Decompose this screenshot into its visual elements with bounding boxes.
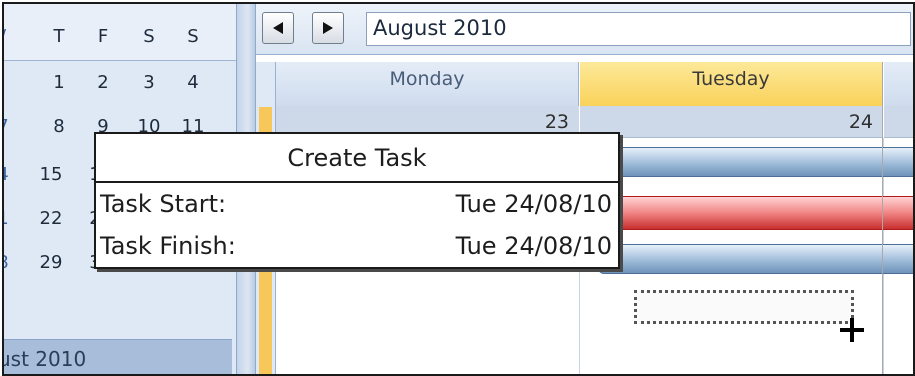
task-finish-label: Task Finish: (100, 232, 236, 260)
day-cell-partial[interactable]: 4 (4, 164, 10, 185)
weekday-header: S (143, 26, 155, 47)
weekday-partial: / (4, 26, 10, 47)
mini-calendar-weekday-header: / T F S S (4, 4, 236, 61)
day-cell-partial[interactable]: 1 (4, 208, 10, 229)
day-cell[interactable]: 3 (132, 72, 166, 93)
crosshair-cursor-icon (840, 318, 864, 342)
scheduler-toolbar: August 2010 (256, 4, 913, 55)
triangle-right-icon (323, 22, 333, 34)
task-start-value: Tue 24/08/10 (455, 190, 612, 218)
date-cell-next (884, 106, 913, 138)
tooltip-title: Create Task (287, 144, 427, 172)
create-task-tooltip: Create Task Task Start: Tue 24/08/10 Tas… (94, 132, 620, 269)
column-header-monday[interactable]: Monday (276, 62, 579, 106)
tooltip-divider (96, 181, 618, 183)
day-cell[interactable]: 22 (34, 208, 68, 229)
task-bar[interactable] (598, 244, 913, 274)
day-cell[interactable]: 4 (176, 72, 210, 93)
task-bar[interactable] (594, 147, 913, 177)
weekday-header: F (97, 26, 109, 47)
column-header-tuesday[interactable]: Tuesday (580, 62, 883, 106)
day-cell[interactable]: 1 (42, 72, 76, 93)
weekday-header: S (187, 26, 199, 47)
column-header-next[interactable] (884, 62, 913, 106)
day-cell[interactable]: 15 (34, 164, 68, 185)
new-task-selection[interactable] (634, 290, 854, 324)
task-finish-value: Tue 24/08/10 (455, 232, 612, 260)
day-cell-partial[interactable]: 8 (4, 252, 10, 273)
date-cell-tuesday: 24 (580, 106, 883, 138)
triangle-left-icon (273, 22, 283, 34)
mini-calendar-month-label: ust 2010 (4, 347, 87, 371)
day-cell-partial[interactable]: 7 (4, 116, 10, 137)
scheduler-window: / T F S S 1 2 3 4 7 8 9 10 11 4 15 1 1 2… (2, 2, 915, 376)
weekday-header: T (53, 26, 65, 47)
day-cell[interactable]: 8 (42, 116, 76, 137)
month-title-box[interactable]: August 2010 (366, 12, 911, 46)
prev-month-button[interactable] (262, 12, 294, 44)
month-title: August 2010 (373, 16, 507, 40)
task-start-label: Task Start: (100, 190, 227, 218)
today-line (882, 62, 883, 374)
mini-calendar-month-bar: ust 2010 (4, 339, 232, 374)
day-cell[interactable]: 29 (34, 252, 68, 273)
next-month-button[interactable] (312, 12, 344, 44)
task-bar-critical[interactable] (594, 196, 913, 230)
day-cell[interactable]: 2 (86, 72, 120, 93)
